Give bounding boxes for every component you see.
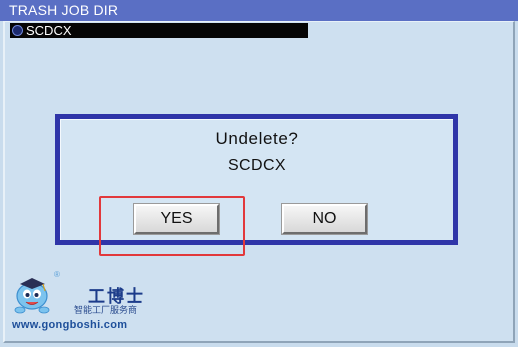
watermark-tagline: 智能工厂服务商: [74, 306, 138, 316]
job-list-item-name: SCDCX: [26, 23, 72, 38]
window-title: TRASH JOB DIR: [0, 0, 518, 21]
mascot-icon: [14, 278, 50, 314]
dialog-question: Undelete?: [215, 129, 299, 148]
no-button[interactable]: NO: [281, 203, 368, 235]
red-highlight-annotation: [99, 196, 245, 256]
screen: TRASH JOB DIR SCDCX Undelete? SCDCX YES …: [0, 0, 518, 347]
watermark-url: www.gongboshi.com: [12, 319, 128, 331]
job-list-item[interactable]: SCDCX: [10, 23, 308, 38]
registered-mark: ®: [54, 270, 60, 279]
selected-bullet-icon: [12, 25, 23, 36]
watermark: ® 工博士 智能工厂服务商 www.gongboshi.com: [8, 270, 148, 336]
dialog-job-name: SCDCX: [227, 157, 286, 174]
